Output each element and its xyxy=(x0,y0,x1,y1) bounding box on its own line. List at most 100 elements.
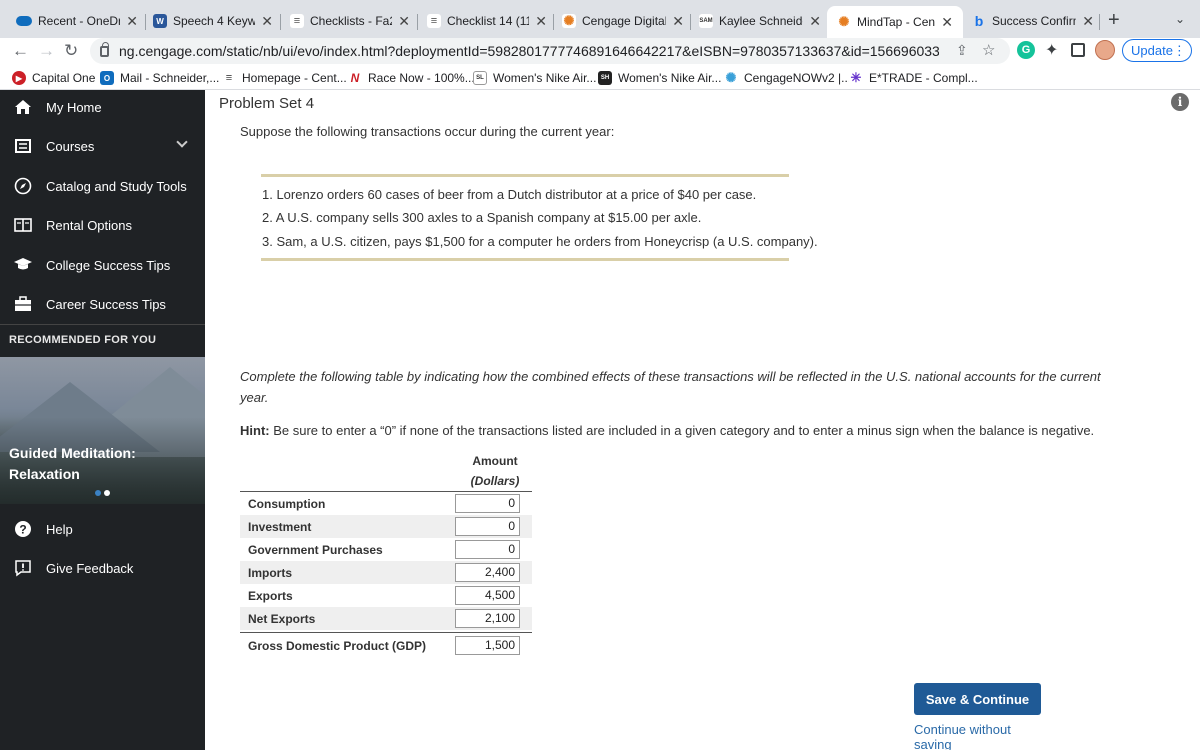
bookmark-star-icon[interactable]: ☆ xyxy=(982,41,995,59)
carousel-dot[interactable] xyxy=(95,490,101,496)
row-label: Net Exports xyxy=(248,612,316,626)
bookmark-etrade[interactable]: ✳ E*TRADE - Compl... xyxy=(849,70,978,85)
divider xyxy=(261,258,789,261)
instructions-line: Complete the following table by indicati… xyxy=(240,369,1101,384)
sidebar-item-career-tips[interactable]: Career Success Tips xyxy=(0,288,205,320)
bookmark-nike-2[interactable]: SH Women's Nike Air... xyxy=(598,71,721,85)
carousel-dots[interactable] xyxy=(95,490,110,496)
row-label: Imports xyxy=(248,566,293,580)
sidebar-item-my-home[interactable]: My Home xyxy=(0,91,205,123)
bookmark-label: Homepage - Cent... xyxy=(242,71,347,85)
tab-checklists[interactable]: ≡ Checklists - Fa22 ✕ xyxy=(290,8,410,34)
sidebar-item-label: College Success Tips xyxy=(46,257,171,273)
outlook-icon: O xyxy=(100,71,114,85)
transaction-item: 1. Lorenzo orders 60 cases of beer from … xyxy=(262,187,757,202)
home-icon xyxy=(13,97,33,117)
address-bar[interactable]: ng.cengage.com/static/nb/ui/evo/index.ht… xyxy=(90,38,1010,64)
page-title: Problem Set 4 xyxy=(219,95,315,112)
amount-input[interactable]: 2,400 xyxy=(455,563,520,582)
amount-input[interactable]: 4,500 xyxy=(455,586,520,605)
save-continue-button[interactable]: Save & Continue xyxy=(914,683,1041,715)
tab-onedrive[interactable]: Recent - OneDrive ✕ xyxy=(16,8,138,34)
close-icon[interactable]: ✕ xyxy=(261,13,273,30)
more-vertical-icon: ⋮ xyxy=(1172,42,1186,58)
sidebar-item-college-tips[interactable]: College Success Tips xyxy=(0,249,205,281)
profile-avatar[interactable] xyxy=(1095,40,1115,60)
side-panel-icon[interactable] xyxy=(1071,43,1085,57)
tab-speech-keywords[interactable]: W Speech 4 Keywords ✕ xyxy=(153,8,273,34)
chevron-down-icon[interactable]: ⌄ xyxy=(1175,12,1185,26)
close-icon[interactable]: ✕ xyxy=(809,13,821,30)
close-icon[interactable]: ✕ xyxy=(1082,13,1094,30)
bookmark-homepage[interactable]: ≡ Homepage - Cent... xyxy=(222,71,347,85)
amount-input[interactable]: 0 xyxy=(455,540,520,559)
word-icon: W xyxy=(153,14,167,28)
tab-label: MindTap - Cengage xyxy=(857,15,936,29)
sidebar-item-feedback[interactable]: Give Feedback xyxy=(0,552,205,584)
canvas-doc-icon: ≡ xyxy=(222,71,236,85)
sam-icon: SAM xyxy=(699,14,713,28)
bookmark-cengagenow[interactable]: ✺ CengageNOWv2 |... xyxy=(724,70,851,85)
bookmark-race-now[interactable]: N Race Now - 100%... xyxy=(348,71,475,85)
continue-without-saving-link[interactable]: Continue without saving xyxy=(914,722,1046,750)
tab-checklist-14[interactable]: ≡ Checklist 14 (11/2 ✕ xyxy=(427,8,547,34)
bookmark-label: Mail - Schneider,... xyxy=(120,71,220,85)
grad-cap-icon xyxy=(13,255,33,275)
carousel-dot[interactable] xyxy=(104,490,110,496)
row-label: Gross Domestic Product (GDP) xyxy=(248,639,427,653)
bookmark-label: Women's Nike Air... xyxy=(618,71,722,85)
sidebar-item-label: Rental Options xyxy=(46,217,132,233)
extensions-puzzle-icon[interactable]: ✦ xyxy=(1045,40,1058,60)
amount-input[interactable]: 0 xyxy=(455,494,520,513)
close-icon[interactable]: ✕ xyxy=(535,13,547,30)
amount-input[interactable]: 1,500 xyxy=(455,636,520,655)
bookmark-mail[interactable]: O Mail - Schneider,... xyxy=(100,71,219,85)
table-row: Net Exports 2,100 xyxy=(240,607,532,630)
tab-kaylee-schneider[interactable]: SAM Kaylee Schneider ✕ xyxy=(699,8,821,34)
table-header-amount: Amount xyxy=(472,454,518,468)
b-logo-icon: b xyxy=(974,13,984,29)
sidebar-item-rental[interactable]: Rental Options xyxy=(0,209,205,241)
close-icon[interactable]: ✕ xyxy=(126,13,138,30)
chevron-down-icon[interactable] xyxy=(176,136,188,148)
main-content: Problem Set 4 i Suppose the following tr… xyxy=(205,90,1200,750)
grammarly-icon[interactable]: G xyxy=(1017,41,1035,59)
help-icon: ? xyxy=(13,519,33,539)
table-row: Consumption 0 xyxy=(240,492,532,515)
amount-input[interactable]: 2,100 xyxy=(455,609,520,628)
sidebar-item-courses[interactable]: Courses xyxy=(0,130,205,162)
close-icon[interactable]: ✕ xyxy=(672,13,684,30)
bookmarks-bar: ▶ Capital One O Mail - Schneider,... ≡ H… xyxy=(0,66,1200,90)
amount-input[interactable]: 0 xyxy=(455,517,520,536)
sidebar-item-help[interactable]: ? Help xyxy=(0,513,205,545)
back-arrow-icon[interactable]: ← xyxy=(12,41,29,61)
tab-label: Checklists - Fa22 xyxy=(310,14,392,28)
url-text[interactable]: ng.cengage.com/static/nb/ui/evo/index.ht… xyxy=(119,43,939,59)
forward-arrow-icon[interactable]: → xyxy=(38,41,55,61)
browser-tab-bar: Recent - OneDrive ✕ W Speech 4 Keywords … xyxy=(0,0,1200,38)
bookmark-label: Race Now - 100%... xyxy=(368,71,475,85)
share-icon[interactable]: ⇪ xyxy=(956,42,968,59)
update-label: Update xyxy=(1131,43,1173,58)
sidebar-item-catalog[interactable]: Catalog and Study Tools xyxy=(0,170,205,202)
onedrive-icon xyxy=(16,16,32,26)
divider xyxy=(261,174,789,177)
bookmark-nike-1[interactable]: SL Women's Nike Air... xyxy=(473,71,596,85)
recommended-card-meditation[interactable]: Guided Meditation: Relaxation xyxy=(0,357,205,504)
reload-icon[interactable]: ↻ xyxy=(64,41,78,61)
tab-cengage-digital[interactable]: ✺ Cengage Digital L ✕ xyxy=(562,8,684,34)
tab-success-confirm[interactable]: b Success Confirm ✕ xyxy=(972,8,1094,34)
info-icon[interactable]: i xyxy=(1171,93,1189,111)
instructions: Complete the following table by indicati… xyxy=(240,366,1180,408)
cengage-icon: ✺ xyxy=(837,14,851,29)
tab-mindtap-active[interactable]: ✺ MindTap - Cengage ✕ xyxy=(827,6,963,38)
instructions-line: year. xyxy=(240,390,269,405)
close-icon[interactable]: ✕ xyxy=(941,14,953,31)
close-icon[interactable]: ✕ xyxy=(398,13,410,30)
bookmark-capital-one[interactable]: ▶ Capital One xyxy=(12,71,95,85)
hint-body: Be sure to enter a “0” if none of the tr… xyxy=(269,423,1095,438)
update-button[interactable]: Update ⋮ xyxy=(1122,39,1192,62)
table-row: Investment 0 xyxy=(240,515,532,538)
lock-icon xyxy=(100,41,109,57)
new-tab-icon[interactable]: + xyxy=(1108,9,1120,32)
